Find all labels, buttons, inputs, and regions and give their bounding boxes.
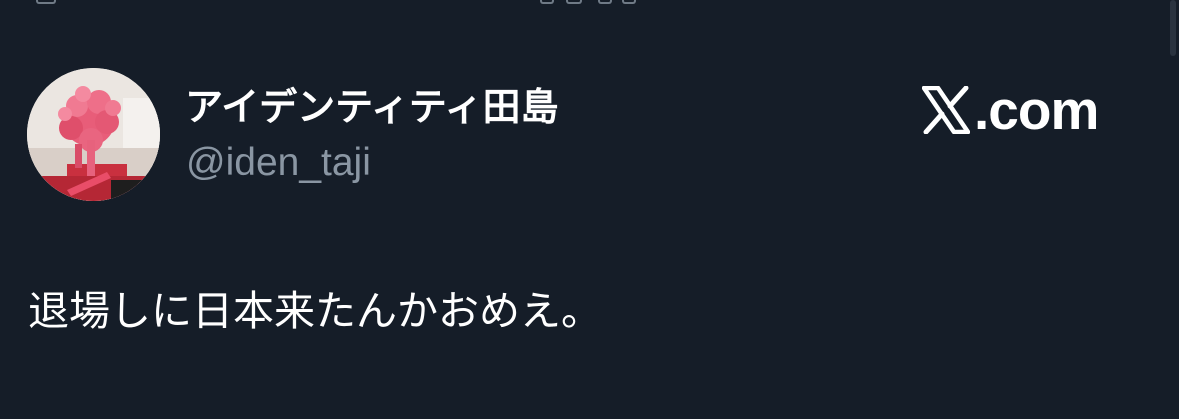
cropped-glyph	[36, 0, 56, 4]
cropped-glyph	[540, 0, 554, 4]
author-display-name[interactable]: アイデンティティ田島	[185, 82, 559, 132]
previous-content-fragment	[0, 0, 1179, 8]
scrollbar-thumb[interactable]	[1170, 0, 1176, 56]
avatar[interactable]	[27, 68, 160, 201]
brand-watermark: .com	[922, 79, 1099, 141]
cropped-glyph	[598, 0, 612, 4]
cropped-glyph	[566, 0, 582, 4]
cropped-glyph	[622, 0, 636, 4]
x-logo-icon	[922, 86, 970, 134]
brand-domain-label: .com	[974, 79, 1099, 141]
tweet-body-text: 退場しに日本来たんかおめえ。	[28, 287, 602, 335]
scrollbar[interactable]	[1165, 0, 1179, 56]
author-handle[interactable]: @iden_taji	[186, 138, 371, 188]
profile-avatar-image	[27, 68, 160, 201]
